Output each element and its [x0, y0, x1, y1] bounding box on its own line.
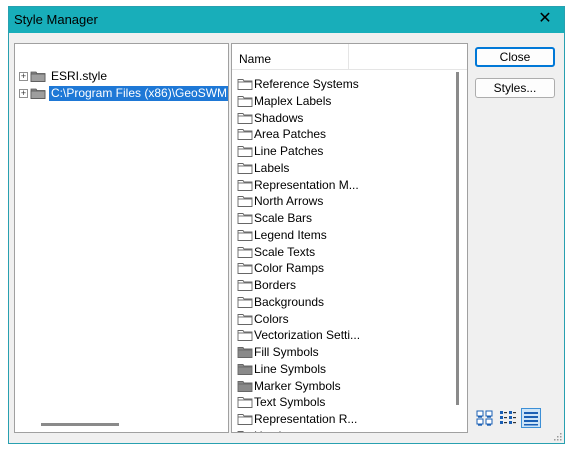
style-tree-pane[interactable]: + ESRI.style + C:\Program Files (x86)\Ge…: [14, 43, 229, 433]
list-item-label: Scale Bars: [254, 211, 313, 225]
folder-outline-icon: [237, 330, 253, 342]
list-item-label: Legend Items: [254, 227, 327, 242]
folder-filled-icon: [237, 347, 253, 358]
folder-filled-icon: [237, 363, 253, 375]
style-contents-list[interactable]: Name Reference Systems Maplex Labels Shado…: [231, 43, 468, 433]
list-item-label: Line Symbols: [254, 361, 327, 376]
list-item[interactable]: Text Symbols: [237, 394, 325, 410]
resize-grip-icon[interactable]: [552, 431, 562, 441]
folder-outline-icon: [237, 296, 253, 308]
list-item[interactable]: Fill Symbols: [237, 344, 319, 360]
expand-icon[interactable]: +: [19, 71, 28, 81]
close-button[interactable]: Close: [475, 47, 555, 67]
list-item-label: Backgrounds: [254, 294, 325, 309]
folder-outline-icon: [237, 263, 253, 275]
list-item-label: Fill Symbols: [254, 345, 319, 359]
list-item-label: Shadows: [254, 110, 304, 125]
title-bar[interactable]: Style Manager ✕: [9, 7, 564, 33]
folder-outline-icon: [237, 179, 253, 191]
vertical-scrollbar[interactable]: [456, 72, 459, 405]
list-item[interactable]: Representation R...: [237, 411, 357, 427]
list-view-icon[interactable]: [498, 408, 518, 428]
list-item[interactable]: Labels: [237, 160, 289, 176]
list-item[interactable]: Color Ramps: [237, 260, 324, 276]
name-column-header[interactable]: Name: [232, 44, 467, 70]
list-item[interactable]: Hatches: [237, 428, 298, 432]
list-item-label: Reference Systems: [254, 77, 359, 91]
window-title: Style Manager: [14, 12, 98, 27]
list-item-label: Vectorization Setti...: [254, 328, 361, 343]
large-icons-view-icon[interactable]: [475, 408, 495, 428]
folder-outline-icon: [237, 229, 253, 241]
list-item-label: Maplex Labels: [254, 93, 332, 108]
list-item[interactable]: Line Symbols: [237, 361, 326, 377]
list-item[interactable]: Scale Texts: [237, 244, 315, 260]
folder-outline-icon: [237, 129, 253, 141]
folder-outline-icon: [237, 397, 253, 409]
list-item[interactable]: Backgrounds: [237, 294, 324, 310]
folder-outline-icon: [237, 414, 253, 425]
list-item-label: Colors: [254, 311, 289, 326]
list-item[interactable]: Colors: [237, 311, 289, 327]
list-item[interactable]: Marker Symbols: [237, 378, 341, 394]
list-item[interactable]: Area Patches: [237, 126, 326, 142]
folder-outline-icon: [237, 246, 253, 258]
list-item-label: Borders: [254, 278, 297, 292]
list-item[interactable]: Legend Items: [237, 227, 327, 243]
list-item-label: Hatches: [254, 429, 298, 432]
list-item[interactable]: Representation M...: [237, 177, 359, 193]
folder-outline-icon: [237, 162, 253, 174]
folder-icon: [30, 88, 46, 99]
list-item[interactable]: Line Patches: [237, 143, 323, 159]
list-item[interactable]: Reference Systems: [237, 76, 359, 92]
list-item-label: Line Patches: [254, 144, 324, 158]
folder-outline-icon: [237, 95, 253, 107]
folder-outline-icon: [237, 79, 253, 90]
folder-filled-icon: [237, 380, 253, 392]
folder-outline-icon: [237, 430, 245, 432]
folder-outline-icon: [237, 112, 253, 124]
close-icon[interactable]: ✕: [536, 10, 554, 28]
list-item-label: Labels: [254, 160, 290, 175]
expand-icon[interactable]: +: [19, 88, 28, 98]
tree-item-esri-style[interactable]: + ESRI.style: [19, 68, 109, 84]
list-item-label: Marker Symbols: [254, 378, 341, 393]
list-item-label: Text Symbols: [254, 395, 326, 410]
folder-outline-icon: [237, 196, 253, 208]
column-divider[interactable]: [348, 44, 349, 69]
list-item[interactable]: Scale Bars: [237, 210, 312, 226]
list-item-label: North Arrows: [254, 194, 324, 209]
list-item-label: Area Patches: [254, 127, 327, 142]
list-item[interactable]: Vectorization Setti...: [237, 327, 360, 343]
folder-outline-icon: [237, 280, 253, 291]
list-item-label: Representation M...: [254, 177, 359, 192]
details-view-icon[interactable]: [521, 408, 541, 428]
folder-icon: [30, 71, 46, 82]
tree-item-label: ESRI.style: [51, 68, 108, 83]
list-item[interactable]: Shadows: [237, 110, 303, 126]
column-header-label: Name: [239, 52, 272, 66]
folder-outline-icon: [237, 213, 253, 224]
folder-outline-icon: [237, 146, 253, 157]
tree-item-label: C:\Program Files (x86)\GeoSWMM\: [49, 85, 228, 101]
styles-button[interactable]: Styles...: [475, 78, 555, 98]
list-item[interactable]: Maplex Labels: [237, 93, 331, 109]
folder-outline-icon: [237, 313, 253, 325]
list-item-label: Color Ramps: [254, 261, 325, 276]
list-item-label: Representation R...: [254, 412, 358, 426]
list-item[interactable]: Borders: [237, 277, 296, 293]
tree-item-geoswmm-style[interactable]: + C:\Program Files (x86)\GeoSWMM\: [19, 85, 228, 101]
list-item[interactable]: North Arrows: [237, 193, 323, 209]
horizontal-scrollbar[interactable]: [41, 423, 119, 426]
style-manager-window: Style Manager ✕ + ESRI.style + C:\Progra…: [8, 6, 565, 444]
list-item-label: Scale Texts: [254, 244, 316, 259]
